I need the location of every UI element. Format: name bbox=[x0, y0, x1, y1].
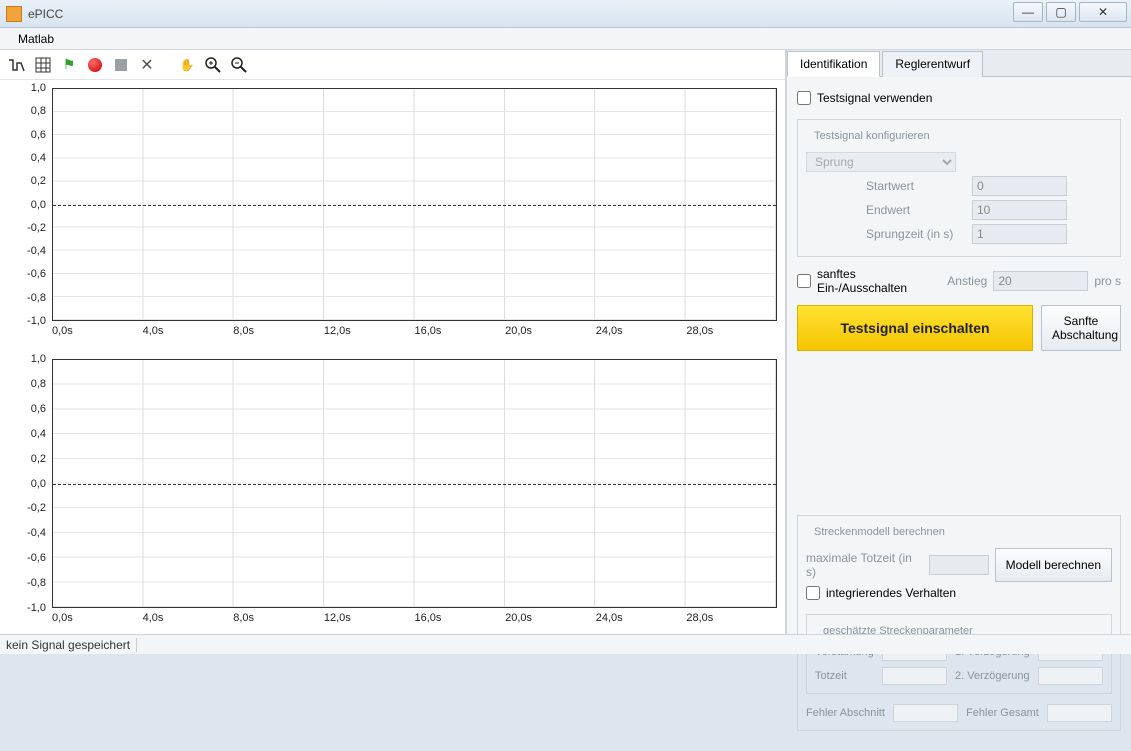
param-verz2-value bbox=[1038, 667, 1103, 685]
x-tick: 24,0s bbox=[596, 325, 687, 343]
anstieg-label: Anstieg bbox=[947, 274, 987, 288]
window-title: ePICC bbox=[28, 7, 63, 21]
model-group: Streckenmodell berechnen maximale Totzei… bbox=[797, 515, 1121, 731]
status-text: kein Signal gespeichert bbox=[6, 638, 130, 652]
zoom-in-icon[interactable] bbox=[202, 54, 224, 76]
stop-button[interactable] bbox=[110, 54, 132, 76]
chart-0[interactable]: 1,00,80,60,40,20,0-0,2-0,4-0,6-0,8-1,0 bbox=[8, 88, 777, 321]
y-tick: 0,8 bbox=[31, 105, 46, 117]
tab-identifikation[interactable]: Identifikation bbox=[787, 51, 880, 77]
param-totzeit-value bbox=[882, 667, 947, 685]
y-tick: -0,4 bbox=[27, 527, 46, 539]
y-tick: -0,4 bbox=[27, 245, 46, 257]
max-totzeit-label: maximale Totzeit (in s) bbox=[806, 551, 923, 579]
soft-switch-label: sanftes Ein-/Ausschalten bbox=[817, 267, 941, 295]
soft-off-button[interactable]: Sanfte Abschaltung bbox=[1041, 305, 1121, 351]
soft-switch-checkbox[interactable] bbox=[797, 274, 811, 288]
param-fehler-gesamt-label: Fehler Gesamt bbox=[966, 707, 1039, 719]
param-fehler-gesamt-value bbox=[1047, 704, 1112, 722]
y-tick: -0,8 bbox=[27, 577, 46, 589]
tab-reglerentwurf[interactable]: Reglerentwurf bbox=[882, 51, 983, 77]
testsignal-on-button[interactable]: Testsignal einschalten bbox=[797, 305, 1033, 351]
y-tick: 0,0 bbox=[31, 199, 46, 211]
x-tick: 28,0s bbox=[686, 325, 777, 343]
model-compute-button[interactable]: Modell berechnen bbox=[995, 548, 1112, 582]
y-tick: 0,8 bbox=[31, 378, 46, 390]
x-tick: 0,0s bbox=[52, 325, 143, 343]
statusbar: kein Signal gespeichert bbox=[0, 634, 1131, 654]
x-tick: 12,0s bbox=[324, 325, 415, 343]
y-tick: 1,0 bbox=[31, 353, 46, 365]
grid-icon[interactable] bbox=[32, 54, 54, 76]
x-tick: 0,0s bbox=[52, 612, 143, 630]
record-button[interactable] bbox=[84, 54, 106, 76]
x-tick: 4,0s bbox=[143, 612, 234, 630]
endwert-input[interactable] bbox=[972, 200, 1067, 220]
y-tick: -0,2 bbox=[27, 502, 46, 514]
y-tick: 0,2 bbox=[31, 175, 46, 187]
clear-button[interactable]: ✕ bbox=[136, 54, 158, 76]
y-tick: -0,8 bbox=[27, 292, 46, 304]
y-tick: 0,4 bbox=[31, 428, 46, 440]
anstieg-unit: pro s bbox=[1094, 274, 1121, 288]
integrating-label: integrierendes Verhalten bbox=[826, 586, 956, 600]
y-tick: 1,0 bbox=[31, 82, 46, 94]
param-fehler-abschnitt-label: Fehler Abschnitt bbox=[806, 707, 885, 719]
model-legend: Streckenmodell berechnen bbox=[810, 526, 949, 538]
flag-icon[interactable]: ⚑ bbox=[58, 54, 80, 76]
y-tick: -1,0 bbox=[27, 315, 46, 327]
y-tick: -0,6 bbox=[27, 552, 46, 564]
y-tick: -0,2 bbox=[27, 222, 46, 234]
app-icon bbox=[6, 6, 22, 22]
y-tick: 0,6 bbox=[31, 129, 46, 141]
param-fehler-abschnitt-value bbox=[893, 704, 958, 722]
use-testsignal-label: Testsignal verwenden bbox=[817, 91, 932, 105]
titlebar: ePICC — ▢ ✕ bbox=[0, 0, 1131, 28]
sprungzeit-input[interactable] bbox=[972, 224, 1067, 244]
param-verz2-label: 2. Verzögerung bbox=[955, 670, 1030, 682]
x-tick: 12,0s bbox=[324, 612, 415, 630]
x-tick: 16,0s bbox=[415, 325, 506, 343]
x-tick: 8,0s bbox=[233, 325, 324, 343]
x-tick: 4,0s bbox=[143, 325, 234, 343]
startwert-label: Startwert bbox=[866, 179, 966, 193]
close-button[interactable]: ✕ bbox=[1079, 2, 1127, 22]
menubar: Matlab bbox=[0, 28, 1131, 50]
zoom-out-icon[interactable] bbox=[228, 54, 250, 76]
charts: 1,0 0,8 0,6 0,4 0,2 0,0 -0,2 -0,4 -0,6 -0,8 -1,0 0,… bbox=[0, 80, 785, 634]
anstieg-input[interactable] bbox=[993, 271, 1088, 291]
y-tick: -1,0 bbox=[27, 602, 46, 614]
y-tick: 0,4 bbox=[31, 152, 46, 164]
minimize-button[interactable]: — bbox=[1013, 2, 1043, 22]
x-tick: 20,0s bbox=[505, 612, 596, 630]
x-tick: 28,0s bbox=[686, 612, 777, 630]
menu-matlab[interactable]: Matlab bbox=[10, 30, 62, 48]
tabs: Identifikation Reglerentwurf bbox=[787, 50, 1131, 77]
estimated-params-group: geschätzte Streckenparameter Verstärkung… bbox=[806, 614, 1112, 694]
use-testsignal-checkbox[interactable] bbox=[797, 91, 811, 105]
x-tick: 20,0s bbox=[505, 325, 596, 343]
param-totzeit-label: Totzeit bbox=[815, 670, 874, 682]
y-tick: 0,0 bbox=[31, 478, 46, 490]
sprungzeit-label: Sprungzeit (in s) bbox=[866, 227, 966, 241]
toolbar: ⚑ ✕ ✋ bbox=[0, 50, 785, 80]
signal-type-select[interactable]: Sprung bbox=[806, 152, 956, 172]
integrating-checkbox[interactable] bbox=[806, 586, 820, 600]
endwert-label: Endwert bbox=[866, 203, 966, 217]
max-totzeit-input[interactable] bbox=[929, 555, 989, 575]
chart-1[interactable]: 1,00,80,60,40,20,0-0,2-0,4-0,6-0,8-1,0 bbox=[8, 359, 777, 608]
y-tick: 0,2 bbox=[31, 453, 46, 465]
signal-icon[interactable] bbox=[6, 54, 28, 76]
maximize-button[interactable]: ▢ bbox=[1046, 2, 1076, 22]
x-tick: 16,0s bbox=[415, 612, 506, 630]
testsignal-config-legend: Testsignal konfigurieren bbox=[810, 130, 934, 142]
testsignal-config-group: Testsignal konfigurieren Sprung Startwer… bbox=[797, 119, 1121, 257]
startwert-input[interactable] bbox=[972, 176, 1067, 196]
y-tick: 0,6 bbox=[31, 403, 46, 415]
y-tick: -0,6 bbox=[27, 268, 46, 280]
hand-icon[interactable]: ✋ bbox=[176, 54, 198, 76]
x-tick: 24,0s bbox=[596, 612, 687, 630]
x-tick: 8,0s bbox=[233, 612, 324, 630]
